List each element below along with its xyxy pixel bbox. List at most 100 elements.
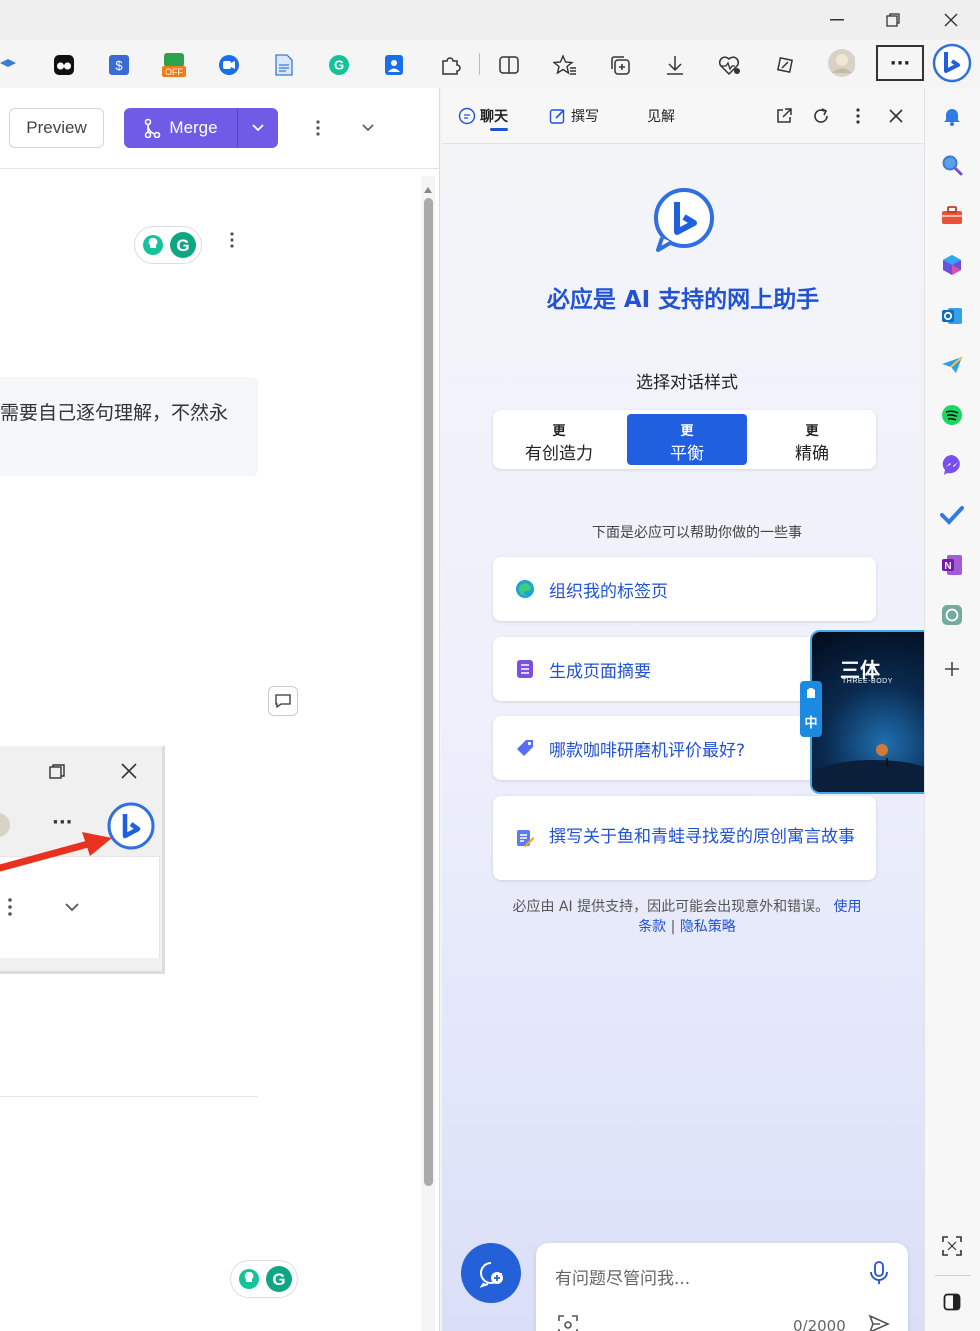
minimize-icon	[830, 19, 844, 21]
download-icon	[667, 56, 683, 75]
svg-text:OFF: OFF	[165, 67, 183, 77]
kebab-icon	[8, 898, 12, 916]
merge-icon	[145, 118, 161, 138]
sidebar-item-messenger[interactable]	[940, 453, 964, 477]
profile-button[interactable]	[827, 49, 855, 77]
sidebar-item-tools[interactable]	[940, 203, 964, 227]
favorites-icon	[553, 54, 576, 75]
hide-sidebar-button[interactable]	[940, 1290, 964, 1314]
suggestion-write-fable[interactable]: 撰写关于鱼和青蛙寻找爱的原创寓言故事	[493, 796, 876, 880]
triangle-up-icon	[424, 187, 432, 193]
style-option-creative[interactable]: 更 有创造力	[497, 414, 621, 465]
sidebar-add-button[interactable]	[940, 657, 964, 681]
open-in-new-tab-button[interactable]	[772, 104, 796, 128]
restore-button[interactable]	[878, 8, 908, 32]
settings-more-button[interactable]: ···	[876, 45, 924, 81]
style-option-precise[interactable]: 更 精确	[752, 414, 872, 465]
m365-icon	[943, 255, 961, 275]
close-icon	[944, 13, 958, 27]
extension-button[interactable]	[270, 51, 298, 79]
sidebar-screenshot-button[interactable]	[940, 1234, 964, 1258]
restore-icon	[49, 764, 65, 779]
sidebar-item-send[interactable]	[940, 353, 964, 377]
sidebar-item-outlook[interactable]	[940, 304, 964, 328]
send-button[interactable]	[868, 1314, 890, 1331]
copilot-button[interactable]	[931, 42, 973, 88]
add-comment-button[interactable]	[268, 686, 298, 716]
preview-label: Preview	[26, 118, 87, 137]
more-options-button[interactable]	[308, 116, 328, 140]
svg-text:G: G	[272, 1270, 285, 1289]
extension-button[interactable]: OFF	[160, 51, 188, 79]
grammarly-extension-button[interactable]: G	[325, 51, 353, 79]
scroll-up-arrow[interactable]	[423, 179, 433, 198]
extension-button[interactable]	[0, 51, 22, 79]
toolbox-icon	[942, 206, 962, 224]
style-label: 选择对话样式	[636, 373, 738, 393]
translate-badge-label: 中	[804, 715, 818, 731]
extension-button[interactable]	[50, 51, 78, 79]
suggestion-text: 哪款咖啡研磨机评价最好?	[549, 740, 746, 761]
sidebar-item-notifications[interactable]	[940, 104, 964, 128]
preview-button[interactable]: Preview	[9, 108, 104, 148]
collapse-button[interactable]	[358, 116, 378, 140]
disclaimer-text: 必应由 AI 提供支持，因此可能会出现意外和错误。	[512, 899, 830, 915]
extensions-button[interactable]	[436, 51, 464, 79]
plus-icon	[945, 662, 959, 676]
bing-logo	[648, 184, 720, 260]
spotify-icon	[942, 405, 962, 425]
sidebar-item-search[interactable]	[940, 153, 964, 177]
tab-chat[interactable]: 聊天	[458, 106, 508, 126]
new-topic-button[interactable]	[461, 1243, 521, 1303]
split-screen-button[interactable]	[495, 51, 523, 79]
chat-icon	[458, 107, 476, 125]
pen-icon	[517, 830, 535, 848]
close-copilot-button[interactable]	[884, 104, 908, 128]
close-icon	[121, 763, 137, 779]
extension-button[interactable]: $	[105, 51, 133, 79]
extension-manager-button[interactable]	[771, 51, 799, 79]
microphone-icon	[870, 1261, 888, 1284]
planet-image	[812, 744, 933, 792]
merge-dropdown-button[interactable]	[238, 108, 278, 148]
collections-button[interactable]	[606, 51, 634, 79]
terms-link[interactable]: 使用	[834, 899, 862, 915]
floating-ad[interactable]: 三体 THREE-BODY	[810, 630, 935, 794]
kebab-icon	[316, 120, 320, 136]
sidebar-item-todo[interactable]	[940, 503, 964, 527]
video-extension-icon	[219, 55, 239, 75]
refresh-button[interactable]	[809, 104, 833, 128]
suggestion-organize-tabs[interactable]: 组织我的标签页	[493, 557, 876, 621]
visual-search-button[interactable]	[557, 1314, 579, 1331]
voice-input-button[interactable]	[868, 1260, 890, 1290]
close-window-button[interactable]	[936, 8, 966, 32]
chat-input[interactable]: 有问题尽管问我...	[555, 1264, 845, 1289]
tab-compose[interactable]: 撰写	[549, 106, 599, 126]
close-icon	[889, 109, 903, 123]
copilot-more-button[interactable]	[846, 104, 870, 128]
terms-link[interactable]: 条款	[638, 919, 666, 935]
browser-essentials-button[interactable]	[716, 51, 744, 79]
translate-badge[interactable]: 中	[800, 681, 822, 737]
extension-button[interactable]	[215, 51, 243, 79]
comment-more-button[interactable]	[222, 228, 242, 252]
sidebar-item-chatgpt[interactable]	[940, 603, 964, 627]
style-option-balanced[interactable]: 更 平衡	[627, 414, 747, 465]
grammarly-widget[interactable]: G	[134, 226, 202, 264]
favorites-button[interactable]	[551, 51, 579, 79]
extension-button[interactable]	[380, 51, 408, 79]
bell-icon	[944, 109, 960, 126]
puzzle-icon	[442, 57, 461, 75]
sidebar-item-spotify[interactable]	[940, 403, 964, 427]
merge-button[interactable]: Merge	[124, 108, 237, 148]
downloads-button[interactable]	[661, 51, 689, 79]
chevron-down-icon	[252, 124, 264, 132]
sidebar-item-microsoft365[interactable]	[940, 253, 964, 277]
privacy-link[interactable]: 隐私策略	[680, 919, 736, 935]
sidebar-item-onenote[interactable]: N	[940, 553, 964, 577]
tab-chat-label: 聊天	[480, 109, 508, 125]
grammarly-widget[interactable]: G	[230, 1260, 298, 1298]
tab-insights[interactable]: 见解	[647, 106, 675, 126]
scrollbar-thumb[interactable]	[424, 198, 433, 1186]
minimize-button[interactable]	[822, 8, 852, 32]
